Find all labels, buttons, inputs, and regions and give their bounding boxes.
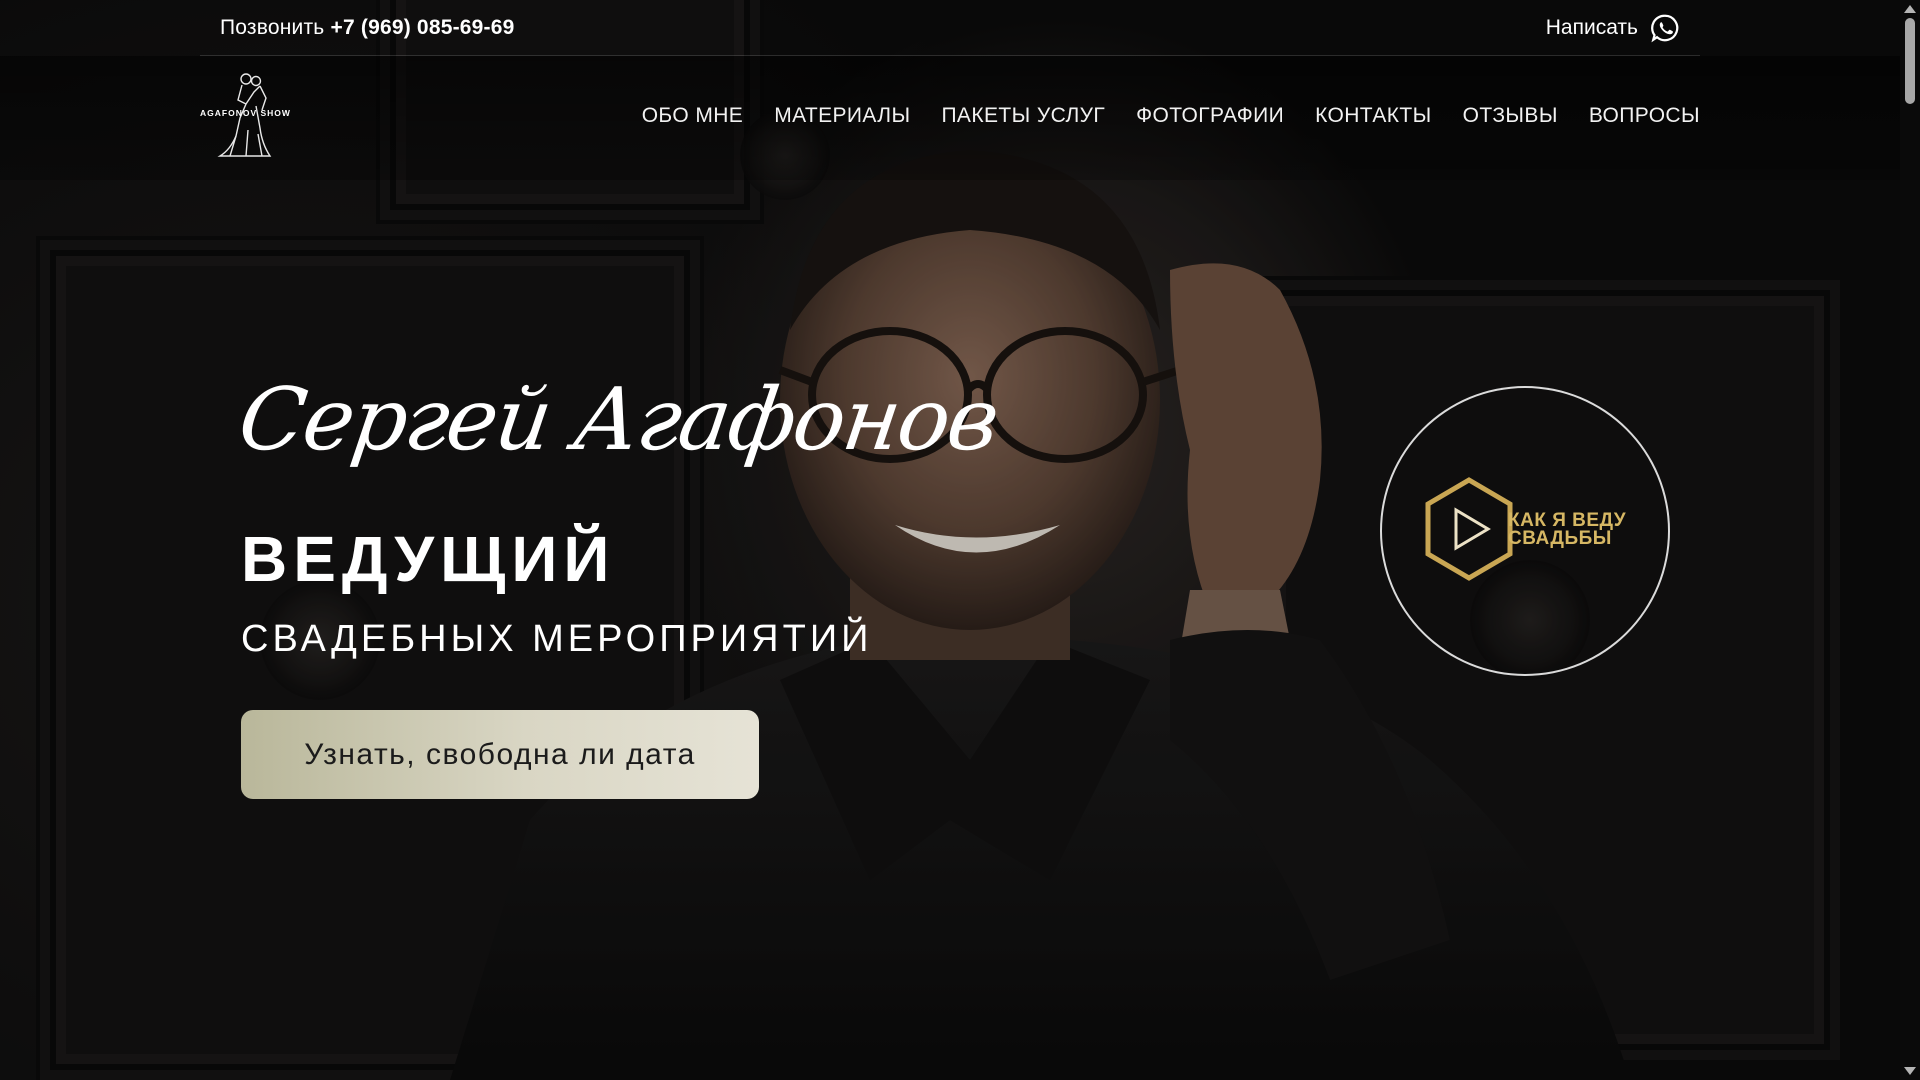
nav-item-materials[interactable]: МАТЕРИАЛЫ (774, 104, 910, 128)
write-link[interactable]: Написать (1546, 13, 1680, 43)
host-name: Сергей Агафонов (232, 370, 1004, 470)
phone-number[interactable]: +7 (969) 085-69-69 (331, 16, 515, 39)
video-label: КАК Я ВЕДУ СВАДЬБЫ (1508, 511, 1648, 549)
nav-item-contacts[interactable]: КОНТАКТЫ (1315, 104, 1432, 128)
check-date-button[interactable]: Узнать, свободна ли дата (241, 710, 759, 799)
video-label-line2: СВАДЬБЫ (1508, 528, 1612, 549)
hero-title: ВЕДУЩИЙ (241, 523, 616, 595)
logo[interactable]: AGAFONOV SHOW (200, 70, 304, 158)
hexagon-play-icon (1425, 477, 1513, 581)
nav-item-reviews[interactable]: ОТЗЫВЫ (1463, 104, 1558, 128)
logo-text: AGAFONOV SHOW (200, 108, 291, 118)
nav-item-questions[interactable]: ВОПРОСЫ (1589, 104, 1700, 128)
nav-item-about[interactable]: ОБО МНЕ (642, 104, 744, 128)
write-label: Написать (1545, 15, 1638, 39)
main-nav: ОБО МНЕ МАТЕРИАЛЫ ПАКЕТЫ УСЛУГ ФОТОГРАФИ… (642, 104, 1700, 128)
nav-item-photos[interactable]: ФОТОГРАФИИ (1136, 104, 1284, 128)
call-link[interactable]: Позвонить +7 (969) 085-69-69 (220, 16, 514, 40)
top-bar: Позвонить +7 (969) 085-69-69 Написать (200, 0, 1700, 56)
video-play-button[interactable]: КАК Я ВЕДУ СВАДЬБЫ (1380, 386, 1670, 676)
scroll-up-arrow-icon[interactable] (1904, 5, 1916, 13)
scroll-down-arrow-icon[interactable] (1904, 1067, 1916, 1075)
nav-item-packages[interactable]: ПАКЕТЫ УСЛУГ (941, 104, 1105, 128)
scrollbar[interactable] (1900, 0, 1920, 1080)
whatsapp-icon[interactable] (1650, 13, 1680, 43)
scrollbar-thumb[interactable] (1905, 18, 1915, 104)
hero-subtitle: СВАДЕБНЫХ МЕРОПРИЯТИЙ (241, 618, 873, 660)
call-prefix: Позвонить (220, 15, 325, 39)
